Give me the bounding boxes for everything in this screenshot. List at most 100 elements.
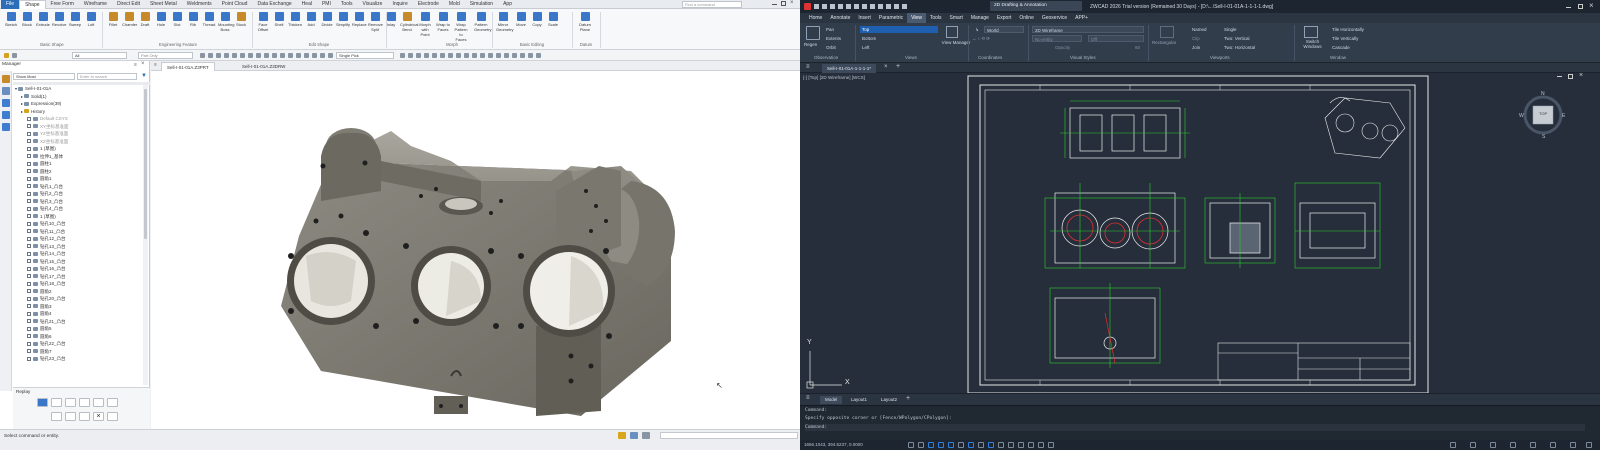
snap-icon[interactable] xyxy=(320,53,325,58)
tree-node[interactable]: 钻孔22_凸台 xyxy=(13,340,150,348)
edit-button[interactable] xyxy=(65,412,76,421)
visibility-checkbox[interactable] xyxy=(27,356,31,361)
visibility-checkbox[interactable] xyxy=(27,206,31,211)
named-viewports-button[interactable]: Named xyxy=(1192,26,1207,33)
switch-windows-button[interactable]: Switch Windows xyxy=(1300,39,1325,49)
tab-layout1[interactable]: Layout1 xyxy=(846,396,872,404)
menu-insert[interactable]: Insert xyxy=(854,13,875,23)
slot-button[interactable]: Slot xyxy=(170,12,184,27)
snap-icon[interactable] xyxy=(256,53,261,58)
drawing-canvas[interactable]: [-] [Top] [2D Wireframe] [WCS] × TOP N S… xyxy=(800,72,1600,393)
visibility-checkbox[interactable] xyxy=(27,244,31,249)
menu-visualize[interactable]: Visualize xyxy=(358,0,388,9)
engineering-drawing[interactable] xyxy=(800,73,1600,393)
auto-scale-icon[interactable] xyxy=(1490,442,1496,448)
scale-icon[interactable] xyxy=(1450,442,1456,448)
menu-icon[interactable]: ≡ xyxy=(806,64,810,70)
print-icon[interactable] xyxy=(846,4,851,9)
copy-button[interactable]: Copy xyxy=(530,12,544,27)
tree-node[interactable]: ▸ Expression(39) xyxy=(13,100,150,108)
isolate-objects-icon[interactable] xyxy=(1530,442,1536,448)
stock-button[interactable]: Stock xyxy=(234,12,248,27)
tab-part[interactable]: Sell-I-01-01A.Z3PRT xyxy=(161,62,215,71)
close-icon[interactable]: × xyxy=(790,0,794,6)
switch-windows-icon[interactable] xyxy=(1304,26,1318,38)
visibility-checkbox[interactable] xyxy=(27,304,31,309)
plot-icon[interactable] xyxy=(854,4,859,9)
menu-simulation[interactable]: Simulation xyxy=(465,0,498,9)
step-forward-button[interactable] xyxy=(65,398,76,407)
close-icon[interactable]: × xyxy=(141,61,145,67)
menu-manage[interactable]: Manage xyxy=(967,13,993,23)
tree-node[interactable]: 圆角4 xyxy=(13,310,150,318)
lock-icon[interactable] xyxy=(1510,442,1516,448)
wrap-to-faces-button[interactable]: Wrap to Faces xyxy=(436,12,450,32)
viewcube-face[interactable]: TOP xyxy=(1539,111,1547,116)
clip-button[interactable]: Clip xyxy=(1192,35,1200,42)
layer-manager-icon[interactable] xyxy=(2,99,10,107)
expand-icon[interactable]: ▾ xyxy=(15,86,17,91)
close-icon[interactable]: × xyxy=(1589,1,1594,10)
visibility-checkbox[interactable] xyxy=(27,251,31,256)
filter-select[interactable]: All xyxy=(72,52,127,59)
visibility-checkbox[interactable] xyxy=(27,274,31,279)
compass-south[interactable]: S xyxy=(1542,134,1545,140)
command-input[interactable]: Command: xyxy=(805,424,1585,431)
fullscreen-icon[interactable] xyxy=(1570,442,1576,448)
draft-button[interactable]: Draft xyxy=(138,12,152,27)
pattern-geometry-button[interactable]: Pattern Geometry xyxy=(474,12,492,32)
tree-node[interactable]: 钻孔18_凸台 xyxy=(13,280,150,288)
selection-cycle-icon[interactable] xyxy=(998,442,1004,448)
view-tool-icon[interactable] xyxy=(408,53,413,58)
delete-icon[interactable]: × xyxy=(93,412,104,421)
visibility-checkbox[interactable] xyxy=(27,199,31,204)
shell-button[interactable]: Shell xyxy=(272,12,286,27)
annotation-icon[interactable] xyxy=(1008,442,1014,448)
tree-node[interactable]: 钻孔23_凸台 xyxy=(13,355,150,363)
property-icon[interactable] xyxy=(2,123,10,131)
tree-node[interactable]: 钻孔13_凸台 xyxy=(13,243,150,251)
tree-node[interactable]: 钻孔17_凸台 xyxy=(13,273,150,281)
simplify-button[interactable]: Simplify xyxy=(336,12,350,27)
visibility-checkbox[interactable] xyxy=(27,236,31,241)
tree-node[interactable]: 钻孔1_凸台 xyxy=(13,183,150,191)
view-manager-icon[interactable] xyxy=(946,26,958,38)
divide-button[interactable]: Divide xyxy=(320,12,334,27)
expand-icon[interactable]: ▸ xyxy=(21,94,23,99)
visibility-checkbox[interactable] xyxy=(27,221,31,226)
hardware-icon[interactable] xyxy=(1038,442,1044,448)
regen-icon[interactable] xyxy=(806,26,820,40)
edit-button[interactable] xyxy=(79,412,90,421)
menu-view[interactable]: View xyxy=(907,13,926,23)
thicken-button[interactable]: Thicken xyxy=(288,12,302,27)
redo-icon[interactable] xyxy=(878,4,883,9)
workspace-icon[interactable] xyxy=(1018,442,1024,448)
stop-button[interactable] xyxy=(107,412,118,421)
part-only-select[interactable]: Part Only xyxy=(138,52,193,59)
tree-node[interactable]: 圆角1 xyxy=(13,175,150,183)
loft-button[interactable]: Loft xyxy=(84,12,98,27)
visibility-checkbox[interactable] xyxy=(27,124,31,129)
tree-search-input[interactable]: Enter to search xyxy=(77,73,137,80)
pan-button[interactable]: Pan xyxy=(826,26,834,33)
snap-icon[interactable] xyxy=(200,53,205,58)
rectangular-viewport-button[interactable]: Rectangular xyxy=(1152,39,1176,46)
rib-button[interactable]: Rib xyxy=(186,12,200,27)
morph-with-point-button[interactable]: Morph with Point xyxy=(418,12,432,37)
snap-icon[interactable] xyxy=(296,53,301,58)
tree-node[interactable]: 钻孔4_凸台 xyxy=(13,205,150,213)
tree-node[interactable]: 钻孔11_凸台 xyxy=(13,228,150,236)
tab-drawing[interactable]: Sell-I-01-01A.Z3DRW xyxy=(237,62,290,71)
menu-online[interactable]: Online xyxy=(1015,13,1037,23)
ucs-icon[interactable]: ↳ xyxy=(972,26,982,33)
mirror-geometry-button[interactable]: Mirror Geometry xyxy=(496,12,514,32)
visibility-checkbox[interactable] xyxy=(27,334,31,339)
housing-3d-model[interactable] xyxy=(151,71,800,429)
document-list-icon[interactable]: ≡ xyxy=(154,62,157,68)
menu-home[interactable]: Home xyxy=(805,13,826,23)
view-tool-icon[interactable] xyxy=(400,53,405,58)
scale-button[interactable]: Scale xyxy=(546,12,560,27)
maximize-icon[interactable] xyxy=(1578,4,1583,9)
add-tab-icon[interactable]: + xyxy=(896,63,900,70)
visibility-checkbox[interactable] xyxy=(27,296,31,301)
